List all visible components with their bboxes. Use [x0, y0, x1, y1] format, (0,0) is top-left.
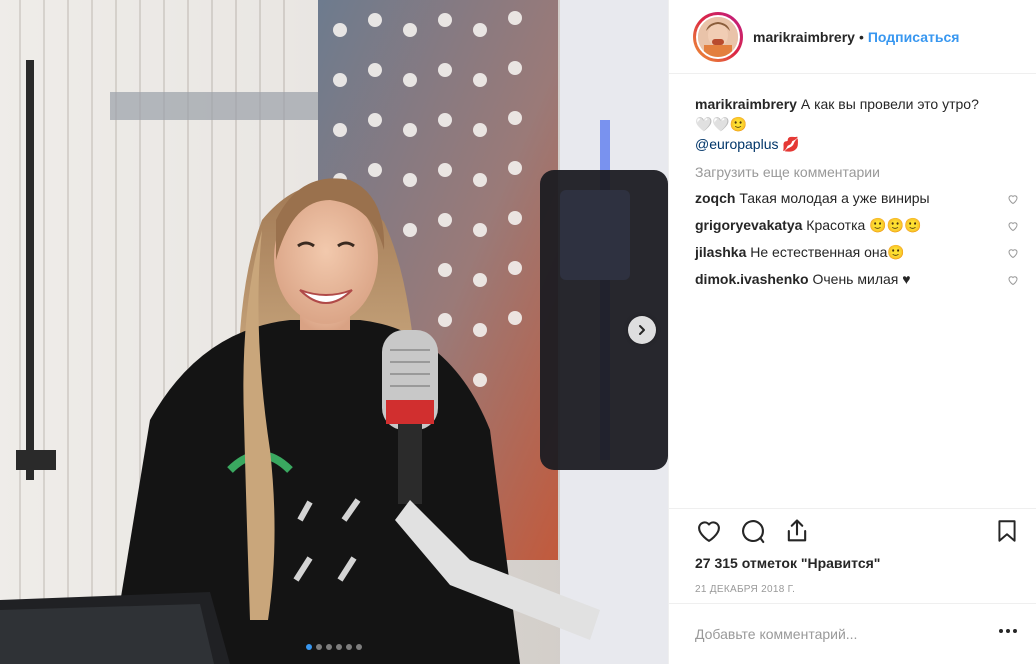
action-icons — [693, 515, 813, 547]
bookmark-icon — [998, 520, 1016, 542]
avatar[interactable] — [693, 11, 743, 62]
comment-username[interactable]: dimok.ivashenko — [695, 271, 809, 287]
like-button[interactable] — [693, 515, 725, 547]
comment-like-button[interactable] — [1007, 191, 1019, 209]
post-sidebar: marikraimbrery • Подписаться marikraimbr… — [668, 0, 1036, 664]
comment-button[interactable] — [737, 515, 769, 547]
comments-section: marikraimbrery А как вы провели это утро… — [695, 94, 1018, 288]
save-button[interactable] — [991, 515, 1023, 547]
more-options-button[interactable] — [999, 629, 1017, 633]
post-header: marikraimbrery • Подписаться — [669, 0, 1036, 74]
carousel-dot — [316, 644, 322, 650]
comment-username[interactable]: jilashka — [695, 244, 746, 260]
heart-icon — [698, 521, 720, 542]
comment-text: Очень милая ♥ — [812, 271, 911, 287]
heart-icon — [1008, 222, 1018, 232]
comment-icon — [742, 520, 765, 544]
next-photo-button[interactable] — [628, 316, 656, 344]
carousel-indicator — [0, 644, 668, 650]
comment-text: Такая молодая а уже виниры — [739, 190, 930, 206]
share-icon — [787, 519, 807, 542]
comment-item: jilashka Не естественная она🙂 — [695, 243, 1018, 261]
heart-icon — [1008, 276, 1018, 286]
caption-username[interactable]: marikraimbrery — [695, 96, 797, 112]
load-more-comments[interactable]: Загрузить еще комментарии — [695, 164, 1015, 180]
post-caption: marikraimbrery А как вы провели это утро… — [695, 94, 1015, 154]
comment-item: dimok.ivashenko Очень милая ♥ — [695, 270, 1018, 288]
comment-like-button[interactable] — [1007, 218, 1019, 236]
chevron-right-icon — [639, 325, 645, 335]
caption-mention[interactable]: @europaplus — [695, 136, 779, 152]
comment-text: Красотка 🙂🙂🙂 — [806, 217, 922, 233]
caption-emoji: 🤍🤍🙂 — [695, 116, 748, 132]
comment-like-button[interactable] — [1007, 272, 1019, 290]
comment-input[interactable] — [695, 626, 975, 642]
heart-icon — [1008, 249, 1018, 259]
caption-mention-emoji: 💋 — [782, 136, 800, 152]
instagram-post: marikraimbrery • Подписаться marikraimbr… — [0, 0, 1036, 664]
carousel-dot — [326, 644, 332, 650]
post-photo[interactable] — [0, 0, 668, 664]
post-actions: 27 315 отметок "Нравится" 21 ДЕКАБРЯ 201… — [669, 508, 1036, 595]
share-button[interactable] — [781, 515, 813, 547]
comment-item: zoqch Такая молодая а уже виниры — [695, 189, 1018, 207]
comment-item: grigoryevakatya Красотка 🙂🙂🙂 — [695, 216, 1018, 234]
caption-text: А как вы провели это утро? — [800, 96, 979, 112]
carousel-dot — [336, 644, 342, 650]
more-options-icon — [999, 629, 1003, 633]
carousel-dot — [346, 644, 352, 650]
comment-like-button[interactable] — [1007, 245, 1019, 263]
header-separator: • — [858, 28, 864, 45]
avatar-image — [696, 14, 740, 59]
likes-count[interactable]: 27 315 отметок "Нравится" — [695, 555, 880, 571]
header-username[interactable]: marikraimbrery — [753, 29, 855, 45]
comment-username[interactable]: grigoryevakatya — [695, 217, 802, 233]
add-comment-bar — [669, 603, 1036, 664]
carousel-dot — [306, 644, 312, 650]
follow-button[interactable]: Подписаться — [868, 29, 960, 45]
photo-scene — [0, 0, 668, 664]
post-date[interactable]: 21 ДЕКАБРЯ 2018 Г. — [695, 584, 795, 595]
carousel-dot — [356, 644, 362, 650]
heart-icon — [1008, 195, 1018, 205]
comment-text: Не естественная она🙂 — [750, 244, 905, 260]
comment-username[interactable]: zoqch — [695, 190, 735, 206]
